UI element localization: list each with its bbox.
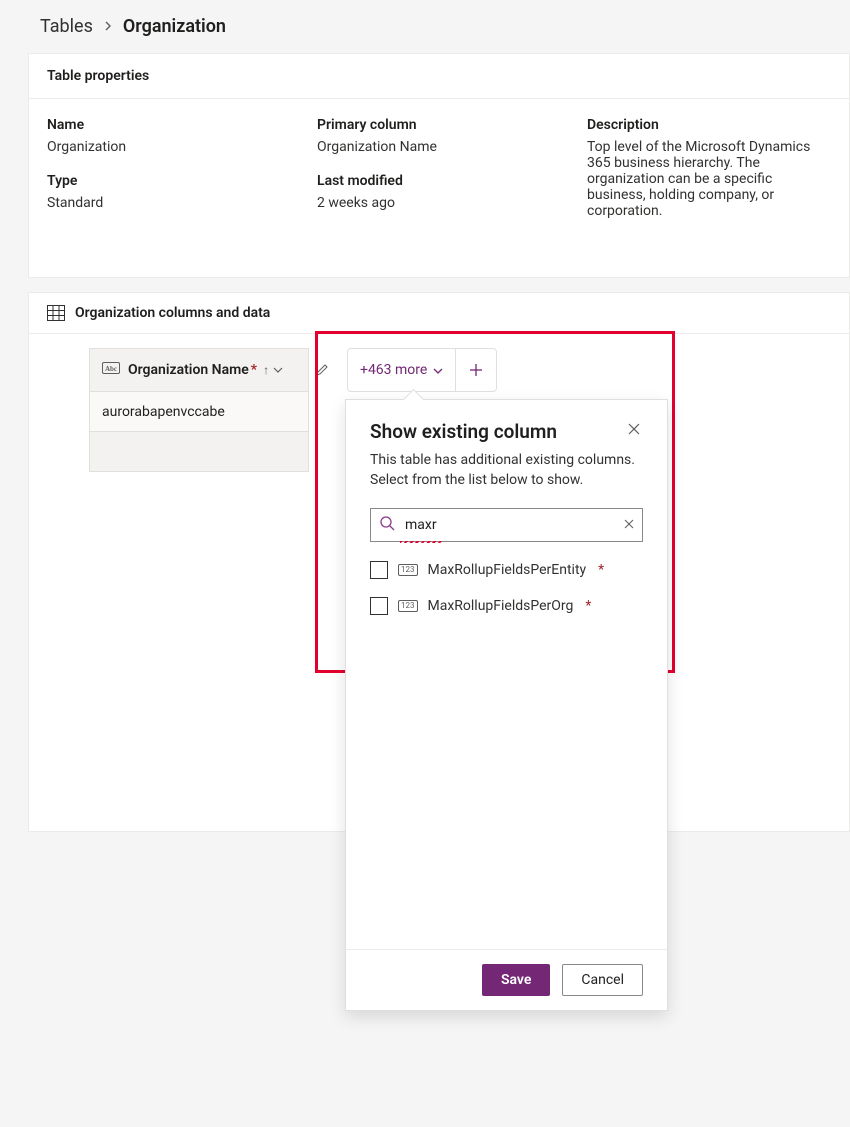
- svg-text:Abc: Abc: [105, 365, 117, 373]
- modified-value: 2 weeks ago: [317, 195, 547, 211]
- required-indicator: *: [585, 598, 591, 614]
- breadcrumb: Tables Organization: [10, 10, 850, 53]
- edit-icon[interactable]: [309, 348, 335, 392]
- required-indicator: *: [598, 562, 604, 578]
- number-type-icon: 123: [398, 564, 418, 576]
- sort-asc-icon: ↑: [263, 363, 269, 377]
- add-column-button[interactable]: [456, 349, 496, 391]
- save-button[interactable]: Save: [482, 964, 550, 996]
- chevron-down-icon[interactable]: [273, 365, 283, 376]
- search-input-wrapper[interactable]: [370, 508, 643, 542]
- description-label: Description: [587, 117, 831, 133]
- option-label: MaxRollupFieldsPerEntity: [428, 562, 587, 578]
- column-header-label: Organization Name: [128, 362, 249, 378]
- flyout-title: Show existing column: [370, 420, 557, 443]
- type-value: Standard: [47, 195, 277, 211]
- more-columns-label: +463 more: [360, 362, 427, 378]
- column-option[interactable]: 123 MaxRollupFieldsPerEntity *: [370, 561, 643, 579]
- chevron-right-icon: [103, 19, 113, 35]
- breadcrumb-parent[interactable]: Tables: [40, 16, 93, 37]
- flyout-description: This table has additional existing colum…: [370, 451, 643, 490]
- search-input[interactable]: [403, 516, 624, 534]
- primary-label: Primary column: [317, 117, 547, 133]
- columns-section-title: Organization columns and data: [75, 305, 270, 321]
- spellcheck-underline: [400, 541, 442, 543]
- checkbox[interactable]: [370, 561, 388, 579]
- name-value: Organization: [47, 139, 277, 155]
- cancel-button[interactable]: Cancel: [562, 964, 643, 996]
- name-label: Name: [47, 117, 277, 133]
- columns-data-card: Organization columns and data Abc Organi…: [28, 292, 850, 832]
- card-title: Table properties: [29, 54, 849, 99]
- more-columns-button[interactable]: +463 more: [348, 349, 455, 391]
- required-indicator: *: [251, 362, 257, 378]
- show-existing-column-flyout: Show existing column This table has addi…: [345, 399, 668, 1011]
- breadcrumb-current: Organization: [123, 16, 226, 37]
- option-label: MaxRollupFieldsPerOrg: [428, 598, 574, 614]
- column-option[interactable]: 123 MaxRollupFieldsPerOrg *: [370, 597, 643, 615]
- type-label: Type: [47, 173, 277, 189]
- number-type-icon: 123: [398, 600, 418, 612]
- column-header-orgname[interactable]: Abc Organization Name * ↑: [89, 348, 309, 392]
- empty-row: [89, 432, 309, 472]
- close-icon[interactable]: [625, 420, 643, 442]
- table-icon: [47, 305, 65, 321]
- cell-value: aurorabapenvccabe: [102, 404, 225, 420]
- primary-value: Organization Name: [317, 139, 547, 155]
- description-value: Top level of the Microsoft Dynamics 365 …: [587, 139, 831, 219]
- clear-icon[interactable]: [624, 518, 634, 532]
- table-row[interactable]: aurorabapenvccabe: [89, 392, 309, 432]
- chevron-down-icon: [433, 362, 443, 378]
- table-properties-card: Table properties Name Organization Type …: [28, 53, 850, 278]
- modified-label: Last modified: [317, 173, 547, 189]
- checkbox[interactable]: [370, 597, 388, 615]
- search-icon: [379, 515, 395, 535]
- text-type-icon: Abc: [102, 362, 120, 378]
